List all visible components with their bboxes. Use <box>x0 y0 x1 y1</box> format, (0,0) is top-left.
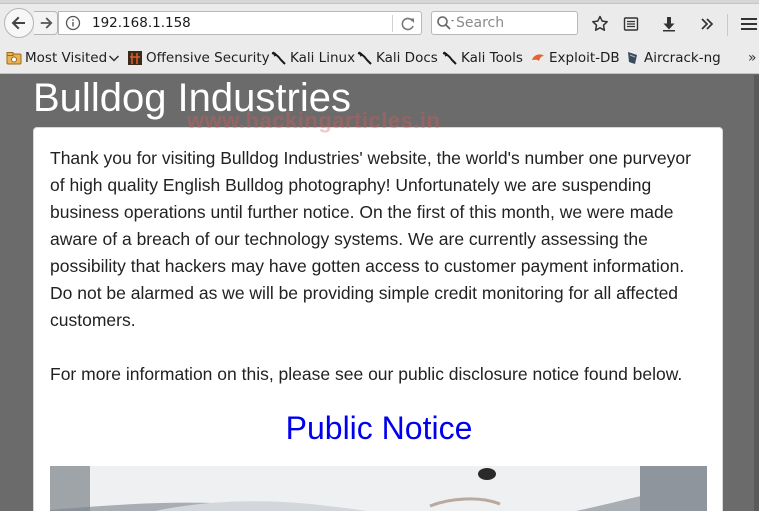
bookmark-label: Kali Linux <box>290 50 356 66</box>
info-icon[interactable] <box>65 15 81 31</box>
offsec-icon <box>128 51 142 65</box>
page-title: Bulldog Industries <box>33 76 351 120</box>
search-bar[interactable]: Search <box>431 11 578 35</box>
bookmark-most-visited[interactable]: Most Visited <box>6 49 120 67</box>
chevron-down-icon <box>109 55 120 62</box>
url-text[interactable]: 192.168.1.158 <box>92 15 191 31</box>
more-info-paragraph: For more information on this, please see… <box>50 364 683 384</box>
kali-dragon-icon <box>357 51 372 65</box>
search-placeholder[interactable]: Search <box>456 15 504 31</box>
content-panel: Thank you for visiting Bulldog Industrie… <box>33 127 723 511</box>
back-button[interactable] <box>4 8 34 38</box>
search-icon <box>437 16 454 30</box>
back-icon <box>11 16 25 30</box>
forward-button[interactable] <box>34 11 58 35</box>
bookmark-kali-tools[interactable]: Kali Tools <box>442 49 523 67</box>
bookmark-label: Aircrack-ng <box>644 50 721 66</box>
bookmark-label: Most Visited <box>25 50 108 66</box>
bookmark-star-button[interactable] <box>589 13 611 35</box>
bookmarks-toolbar: Most Visited Offensive Security Kali Lin… <box>0 42 759 74</box>
kali-dragon-icon <box>271 51 286 65</box>
most-visited-icon <box>6 52 22 65</box>
hamburger-menu-icon <box>741 18 757 30</box>
overflow-button[interactable] <box>696 13 718 35</box>
bookmark-star-icon <box>592 15 608 31</box>
reader-list-button[interactable] <box>620 13 642 35</box>
hamburger-menu-button[interactable] <box>738 13 759 35</box>
bookmark-exploit-db[interactable]: Exploit-DB <box>530 49 620 67</box>
download-button[interactable] <box>658 13 680 35</box>
page-viewport: Bulldog Industries Thank you for visitin… <box>0 75 759 511</box>
bookmarks-overflow-button[interactable]: » <box>748 50 757 66</box>
bookmark-aircrack-ng[interactable]: Aircrack-ng <box>625 49 721 67</box>
public-notice-link[interactable]: Public Notice <box>34 408 724 448</box>
bulldog-photo <box>50 466 707 511</box>
kali-dragon-icon <box>442 51 457 65</box>
aircrack-icon <box>628 52 637 64</box>
download-icon <box>663 17 675 32</box>
overflow-chevrons-icon <box>701 18 714 30</box>
url-separator <box>392 15 393 32</box>
scrollbar-track[interactable] <box>754 75 759 511</box>
intro-paragraph: Thank you for visiting Bulldog Industrie… <box>50 148 691 330</box>
bookmark-label: Kali Docs <box>376 50 438 66</box>
bookmark-offensive-security[interactable]: Offensive Security <box>127 49 270 67</box>
reader-list-icon <box>623 17 639 31</box>
navigation-toolbar: 192.168.1.158 Search <box>0 4 759 42</box>
bookmark-label: Exploit-DB <box>549 50 620 66</box>
bookmark-label: Offensive Security <box>146 50 270 66</box>
bookmark-label: Kali Tools <box>461 50 523 66</box>
toolbar-separator <box>727 14 728 36</box>
bulldog-photo-art <box>50 466 707 511</box>
forward-icon <box>40 17 52 29</box>
address-bar[interactable]: 192.168.1.158 <box>58 11 422 35</box>
bookmark-kali-linux[interactable]: Kali Linux <box>271 49 355 67</box>
bookmark-kali-docs[interactable]: Kali Docs <box>357 49 438 67</box>
reload-icon[interactable] <box>399 15 417 33</box>
exploitdb-icon <box>532 54 544 61</box>
